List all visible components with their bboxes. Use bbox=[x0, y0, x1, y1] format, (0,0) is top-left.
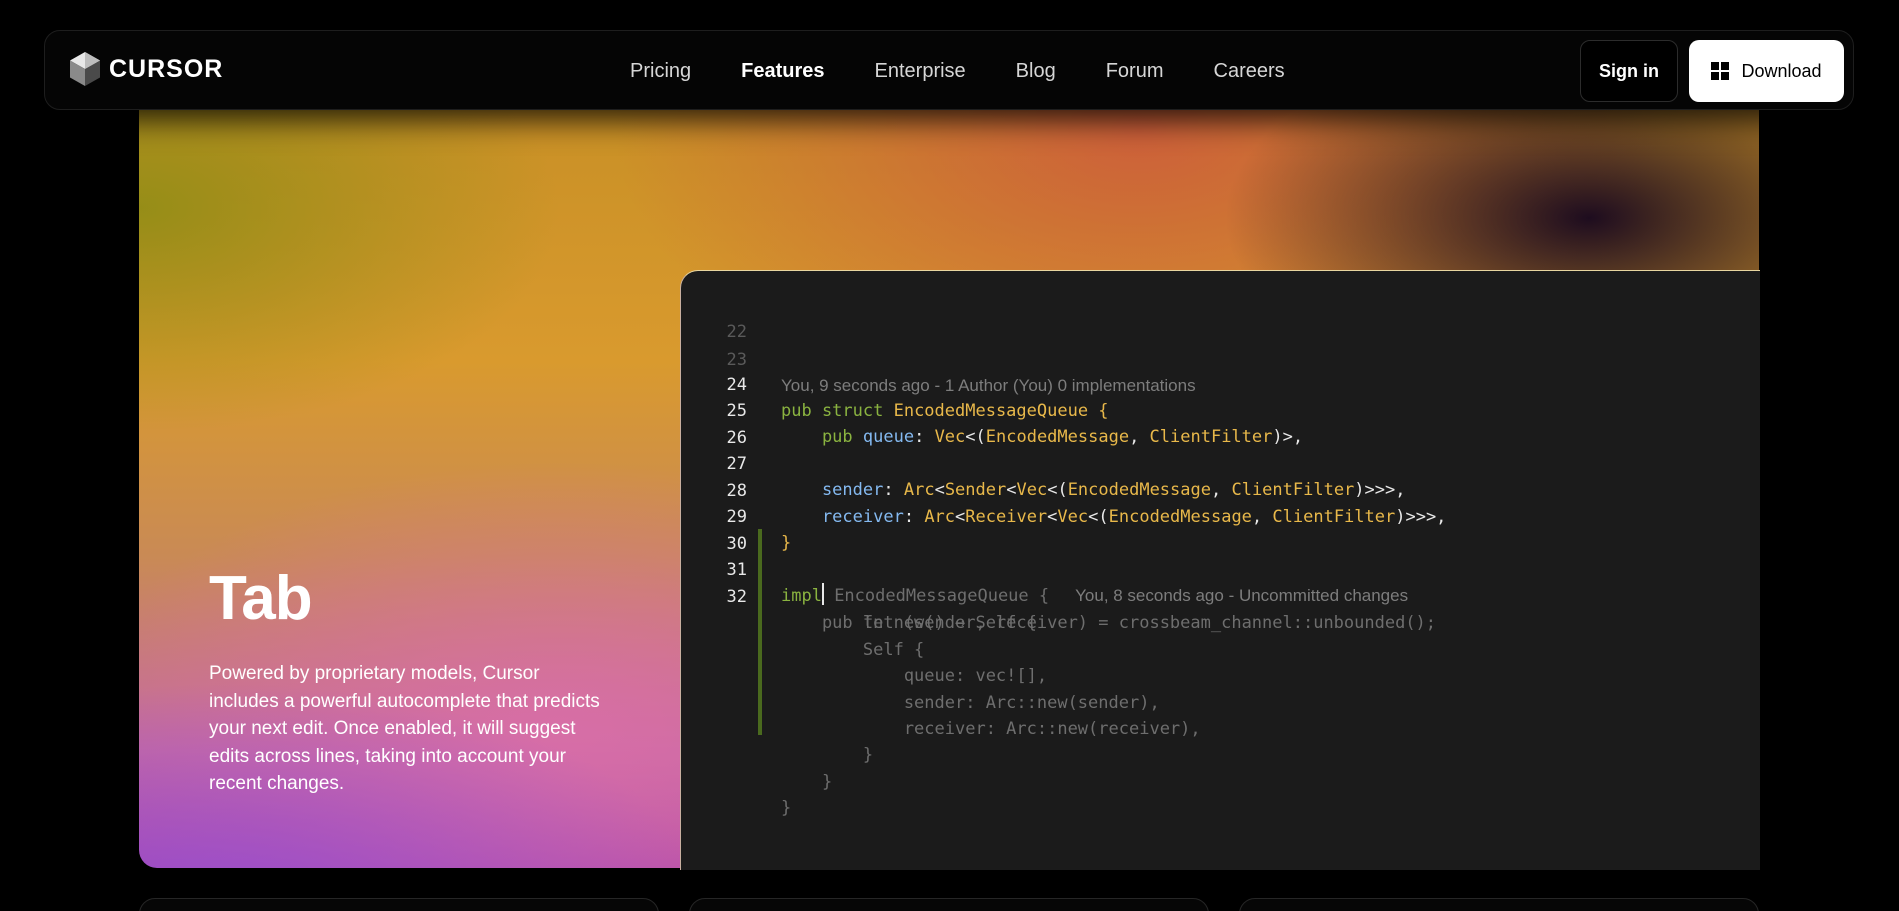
ghost-line: } bbox=[681, 769, 1760, 818]
nav-link-enterprise[interactable]: Enterprise bbox=[850, 60, 991, 83]
feature-title: Tab bbox=[209, 564, 313, 633]
feature-card[interactable] bbox=[689, 898, 1209, 911]
top-navbar: CURSOR Pricing Features Enterprise Blog … bbox=[44, 30, 1854, 110]
ghost-line: receiver: Arc::new(receiver), bbox=[681, 690, 1760, 739]
code-line-30: 30 bbox=[681, 505, 1760, 554]
code-line-22: 22 bbox=[681, 293, 1760, 342]
code-line-26: 26 bbox=[681, 399, 1760, 448]
code-editor-preview: 22 23 You, 9 seconds ago - 1 Author (You… bbox=[680, 270, 1760, 870]
brand-name: CURSOR bbox=[109, 54, 224, 83]
code-line-24: 24 pub struct EncodedMessageQueue { bbox=[681, 346, 1760, 421]
code-line-31: 31 impl EncodedMessageQueue {You, 8 seco… bbox=[681, 531, 1760, 606]
feature-card[interactable] bbox=[1239, 898, 1759, 911]
nav-links: Pricing Features Enterprise Blog Forum C… bbox=[605, 31, 1310, 111]
cube-logo-icon bbox=[70, 52, 100, 86]
code-line-32: 32 pub fn new() → Self { bbox=[681, 558, 1760, 633]
ghost-line: sender: Arc::new(sender), bbox=[681, 664, 1760, 713]
code-line-27: 27 sender: Arc<Sender<Vec<(EncodedMessag… bbox=[681, 425, 1760, 500]
code-line-29: 29 } bbox=[681, 478, 1760, 553]
code-line-25: 25 pub queue: Vec<(EncodedMessage, Clien… bbox=[681, 372, 1760, 447]
nav-link-blog[interactable]: Blog bbox=[991, 60, 1081, 83]
download-button[interactable]: Download bbox=[1689, 40, 1844, 102]
ghost-line: Self { bbox=[681, 611, 1760, 660]
feature-card[interactable] bbox=[139, 898, 659, 911]
sign-in-button[interactable]: Sign in bbox=[1580, 40, 1678, 102]
code-line-28: 28 receiver: Arc<Receiver<Vec<(EncodedMe… bbox=[681, 452, 1760, 527]
nav-link-forum[interactable]: Forum bbox=[1081, 60, 1189, 83]
brand-logo-link[interactable]: CURSOR bbox=[69, 51, 223, 87]
feature-description: Powered by proprietary models, Cursor in… bbox=[209, 663, 600, 794]
nav-link-pricing[interactable]: Pricing bbox=[605, 60, 716, 83]
ghost-line: queue: vec![], bbox=[681, 637, 1760, 686]
ghost-line: let (sender, receiver) = crossbeam_chann… bbox=[681, 584, 1760, 633]
ghost-line: } bbox=[681, 743, 1760, 792]
download-label: Download bbox=[1741, 60, 1822, 81]
ghost-suggestion: } bbox=[781, 798, 792, 818]
windows-icon bbox=[1711, 62, 1730, 80]
ghost-line: } bbox=[681, 716, 1760, 765]
nav-link-features[interactable]: Features bbox=[716, 60, 849, 83]
nav-link-careers[interactable]: Careers bbox=[1189, 60, 1310, 83]
code-line-23: 23 You, 9 seconds ago - 1 Author (You) 0… bbox=[681, 321, 1760, 395]
